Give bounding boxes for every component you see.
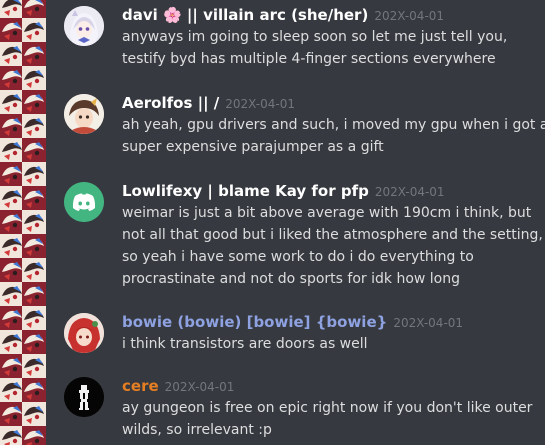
timestamp[interactable]: 202X-04-01 (393, 316, 463, 330)
emote-tile-icon (0, 402, 24, 426)
author-avatar[interactable] (64, 6, 104, 46)
emote-tile-icon (0, 258, 24, 282)
timestamp[interactable]: 202X-04-01 (165, 380, 235, 394)
emote-wall-decoration (0, 0, 46, 445)
timestamp[interactable]: 202X-04-01 (225, 97, 295, 111)
emote-tile-icon (22, 162, 46, 186)
author-avatar[interactable] (64, 182, 104, 222)
emote-tile-icon (22, 378, 46, 402)
emote-tile-icon (22, 306, 46, 330)
message-content: anyways im going to sleep soon so let me… (122, 26, 532, 70)
emote-tile-icon (22, 426, 46, 445)
author-name[interactable]: Lowlifexy | blame Kay for pfp (122, 182, 369, 200)
message-line: ay gungeon is free on epic right now if … (122, 400, 533, 416)
message-header: Lowlifexy | blame Kay for pfp 202X-04-01 (122, 180, 445, 202)
emote-tile-icon (0, 114, 24, 138)
emote-tile-icon (0, 426, 24, 445)
emote-tile-icon (0, 42, 24, 66)
emote-tile-icon (22, 234, 46, 258)
message-line: wilds, so irrelevant :p (122, 422, 272, 438)
emote-tile-icon (22, 90, 46, 114)
emote-tile-icon (0, 234, 24, 258)
chat-window: davi 🌸 || villain arc (she/her) 202X-04-0… (0, 0, 545, 445)
author-name[interactable]: cere (122, 377, 159, 395)
message-list[interactable]: davi 🌸 || villain arc (she/her) 202X-04-0… (46, 0, 545, 445)
message-item[interactable]: davi 🌸 || villain arc (she/her) 202X-04-0… (46, 4, 545, 74)
emote-tile-icon (0, 18, 24, 42)
emote-tile-icon (22, 330, 46, 354)
anime-girl-avatar-icon (64, 6, 104, 46)
discord-logo-icon (64, 182, 104, 222)
emote-tile-icon (22, 18, 46, 42)
author-name[interactable]: bowie (bowie) [bowie] {bowie} (122, 313, 387, 331)
emote-tile-icon (22, 186, 46, 210)
emote-tile-icon (0, 162, 24, 186)
message-line: i think transistors are doors as well (122, 336, 368, 352)
message-line: testify byd has multiple 4-finger sectio… (122, 51, 496, 67)
timestamp[interactable]: 202X-04-01 (375, 185, 445, 199)
emote-tile-icon (0, 66, 24, 90)
author-avatar[interactable] (64, 377, 104, 417)
emote-tile-icon (22, 66, 46, 90)
message-header: davi 🌸 || villain arc (she/her) 202X-04-0… (122, 4, 444, 26)
message-content: weimar is just a bit above average with … (122, 202, 543, 290)
pixel-figure-avatar-icon (64, 377, 104, 417)
emote-tile-icon (22, 402, 46, 426)
emote-tile-icon (22, 42, 46, 66)
message-content: ah yeah, gpu drivers and such, i moved m… (122, 114, 545, 158)
message-item[interactable]: cere 202X-04-01 ay gungeon is free on epi… (46, 375, 545, 445)
emote-tile-icon (0, 186, 24, 210)
message-header: cere 202X-04-01 (122, 375, 234, 397)
message-line: not all that good but i liked the atmosp… (122, 227, 543, 243)
message-line: anyways im going to sleep soon so let me… (122, 29, 508, 45)
emote-tile-icon (0, 306, 24, 330)
emote-tile-icon (22, 0, 46, 18)
emote-tile-icon (0, 330, 24, 354)
message-content: i think transistors are doors as well (122, 333, 532, 355)
emote-tile-icon (22, 210, 46, 234)
emote-tile-icon (22, 354, 46, 378)
emote-tile-icon (0, 282, 24, 306)
emote-tile-icon (0, 354, 24, 378)
character-avatar-icon (64, 94, 104, 134)
message-item[interactable]: Aerolfos || / 202X-04-01 ah yeah, gpu dri… (46, 92, 545, 162)
author-avatar[interactable] (64, 94, 104, 134)
emote-tile-icon (22, 138, 46, 162)
author-name[interactable]: davi 🌸 || villain arc (she/her) (122, 6, 368, 24)
emote-tile-icon (0, 210, 24, 234)
timestamp[interactable]: 202X-04-01 (374, 9, 444, 23)
emote-tile-icon (0, 378, 24, 402)
author-name[interactable]: Aerolfos || / (122, 94, 219, 112)
emote-tile-icon (0, 138, 24, 162)
message-content: ay gungeon is free on epic right now if … (122, 397, 532, 441)
message-item[interactable]: Lowlifexy | blame Kay for pfp 202X-04-01 … (46, 180, 545, 295)
message-header: bowie (bowie) [bowie] {bowie} 202X-04-01 (122, 311, 463, 333)
red-hair-avatar-icon (64, 313, 104, 353)
message-line: procrastinate and not do sports for idk … (122, 271, 461, 287)
emote-tile-icon (0, 0, 24, 18)
emote-tile-icon (22, 282, 46, 306)
author-avatar[interactable] (64, 313, 104, 353)
emote-tile-icon (22, 258, 46, 282)
message-line: ah yeah, gpu drivers and such, i moved m… (122, 117, 545, 133)
message-line: so yeah i have some work to do i do ever… (122, 249, 474, 265)
message-line: weimar is just a bit above average with … (122, 205, 532, 221)
message-item[interactable]: bowie (bowie) [bowie] {bowie} 202X-04-01 … (46, 311, 545, 359)
message-line: super expensive parajumper as a gift (122, 139, 384, 155)
emote-tile-icon (0, 90, 24, 114)
message-header: Aerolfos || / 202X-04-01 (122, 92, 295, 114)
emote-tile-icon (22, 114, 46, 138)
